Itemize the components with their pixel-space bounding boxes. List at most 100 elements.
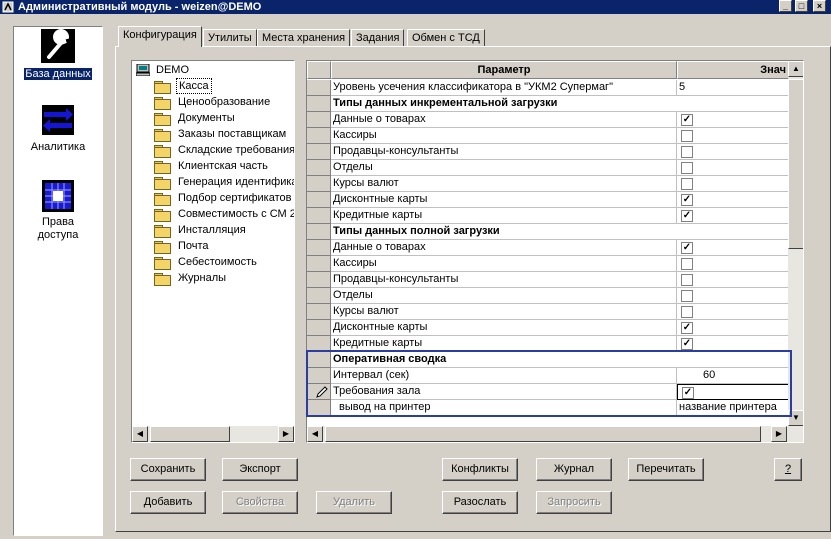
- row-value-cell[interactable]: 5: [677, 80, 789, 96]
- row-value-cell[interactable]: [677, 272, 789, 288]
- table-row[interactable]: Отделы: [307, 288, 789, 304]
- send-button[interactable]: Разослать: [442, 491, 518, 514]
- tree-root-label: DEMO: [156, 64, 189, 76]
- row-indicator[interactable]: [307, 128, 331, 144]
- checkbox-unchecked-icon[interactable]: [681, 290, 693, 302]
- row-indicator[interactable]: [307, 320, 331, 336]
- properties-button[interactable]: Свойства: [222, 491, 298, 514]
- tree-item-label: Себестоимость: [178, 256, 257, 268]
- table-row[interactable]: Дисконтные карты ✓: [307, 320, 789, 336]
- section-row[interactable]: Типы данных полной загрузки: [307, 224, 789, 240]
- row-indicator[interactable]: [307, 304, 331, 320]
- scroll-left-icon[interactable]: ◀: [132, 426, 148, 442]
- row-indicator[interactable]: [307, 192, 331, 208]
- checkbox-unchecked-icon[interactable]: [681, 178, 693, 190]
- scroll-left-icon[interactable]: ◀: [307, 426, 323, 442]
- row-value-cell[interactable]: [677, 144, 789, 160]
- table-row[interactable]: Курсы валют: [307, 304, 789, 320]
- journal-button[interactable]: Журнал: [536, 458, 612, 481]
- checkbox-unchecked-icon[interactable]: [681, 130, 693, 142]
- checkbox-checked-icon[interactable]: ✓: [681, 338, 693, 350]
- row-indicator[interactable]: [307, 160, 331, 176]
- export-button[interactable]: Экспорт: [222, 458, 298, 481]
- row-indicator[interactable]: [307, 176, 331, 192]
- row-indicator[interactable]: [307, 208, 331, 224]
- tab-configuration[interactable]: Конфигурация: [118, 26, 202, 47]
- row-indicator[interactable]: [307, 96, 331, 112]
- checkbox-unchecked-icon[interactable]: [681, 306, 693, 318]
- column-header-parameter[interactable]: Параметр: [331, 61, 677, 79]
- sidebar-item-database[interactable]: База данных: [14, 29, 102, 89]
- row-value-cell[interactable]: [677, 160, 789, 176]
- checkbox-checked-icon[interactable]: ✓: [681, 114, 693, 126]
- row-indicator[interactable]: [307, 288, 331, 304]
- table-row[interactable]: Данные о товарах ✓: [307, 240, 789, 256]
- row-indicator[interactable]: [307, 256, 331, 272]
- table-row[interactable]: Продавцы-консультанты: [307, 272, 789, 288]
- sidebar-item-permissions[interactable]: Права доступа: [14, 180, 102, 246]
- row-value-cell[interactable]: [677, 176, 789, 192]
- checkbox-checked-icon[interactable]: ✓: [681, 322, 693, 334]
- maximize-button[interactable]: □: [795, 0, 808, 12]
- tab-storage-locations[interactable]: Места хранения: [257, 29, 351, 47]
- row-indicator[interactable]: [307, 80, 331, 96]
- row-value-cell[interactable]: ✓: [677, 192, 789, 208]
- row-value-cell[interactable]: ✓: [677, 112, 789, 128]
- row-indicator[interactable]: [307, 224, 331, 240]
- add-button[interactable]: Добавить: [130, 491, 206, 514]
- checkbox-checked-icon[interactable]: ✓: [681, 194, 693, 206]
- help-button[interactable]: ?: [774, 458, 802, 481]
- row-indicator[interactable]: [307, 112, 331, 128]
- row-value-cell[interactable]: ✓: [677, 208, 789, 224]
- grid-horizontal-scrollbar[interactable]: ◀ ▶: [307, 426, 803, 442]
- title-bar[interactable]: Административный модуль - weizen@DEMO _ …: [0, 0, 831, 14]
- save-button[interactable]: Сохранить: [130, 458, 206, 481]
- scroll-thumb[interactable]: [788, 79, 803, 249]
- table-row[interactable]: Данные о товарах ✓: [307, 112, 789, 128]
- scroll-right-icon[interactable]: ▶: [278, 426, 294, 442]
- sidebar-item-analytics[interactable]: Аналитика: [14, 105, 102, 157]
- folder-icon: [154, 145, 171, 158]
- tree-horizontal-scrollbar[interactable]: ◀ ▶: [132, 426, 294, 442]
- tab-tsd-exchange[interactable]: Обмен с ТСД: [407, 29, 485, 47]
- tab-utilities[interactable]: Утилиты: [203, 29, 257, 47]
- row-value-cell[interactable]: [677, 128, 789, 144]
- minimize-button[interactable]: _: [779, 0, 792, 12]
- row-value-cell[interactable]: ✓: [677, 320, 789, 336]
- table-row[interactable]: Продавцы-консультанты: [307, 144, 789, 160]
- config-tree[interactable]: DEMO Касса Ценообразование Документы Заказы…: [131, 60, 295, 443]
- table-row[interactable]: Кассиры: [307, 128, 789, 144]
- checkbox-unchecked-icon[interactable]: [681, 258, 693, 270]
- row-value-cell[interactable]: [677, 304, 789, 320]
- row-value-cell[interactable]: [677, 288, 789, 304]
- table-row[interactable]: Курсы валют: [307, 176, 789, 192]
- row-value-cell[interactable]: ✓: [677, 240, 789, 256]
- checkbox-unchecked-icon[interactable]: [681, 146, 693, 158]
- scroll-thumb[interactable]: [325, 426, 761, 442]
- reread-button[interactable]: Перечитать: [628, 458, 704, 481]
- row-value-cell[interactable]: [677, 256, 789, 272]
- row-indicator[interactable]: [307, 272, 331, 288]
- conflicts-button[interactable]: Конфликты: [442, 458, 518, 481]
- delete-button[interactable]: Удалить: [316, 491, 392, 514]
- tab-tasks[interactable]: Задания: [351, 29, 405, 47]
- checkbox-unchecked-icon[interactable]: [681, 162, 693, 174]
- scroll-thumb[interactable]: [150, 426, 230, 442]
- request-button[interactable]: Запросить: [536, 491, 612, 514]
- table-row[interactable]: Отделы: [307, 160, 789, 176]
- table-row[interactable]: Уровень усечения классификатора в "УКМ2 …: [307, 80, 789, 96]
- section-row[interactable]: Типы данных инкрементальной загрузки: [307, 96, 789, 112]
- table-row[interactable]: Кассиры: [307, 256, 789, 272]
- scroll-right-icon[interactable]: ▶: [771, 426, 787, 442]
- column-header-value[interactable]: Знач: [677, 61, 789, 79]
- checkbox-checked-icon[interactable]: ✓: [681, 210, 693, 222]
- scroll-up-icon[interactable]: ▲: [788, 61, 803, 77]
- table-row[interactable]: Дисконтные карты ✓: [307, 192, 789, 208]
- row-parameter-name: Уровень усечения классификатора в "УКМ2 …: [331, 80, 677, 96]
- row-indicator[interactable]: [307, 144, 331, 160]
- table-row[interactable]: Кредитные карты ✓: [307, 208, 789, 224]
- checkbox-checked-icon[interactable]: ✓: [681, 242, 693, 254]
- checkbox-unchecked-icon[interactable]: [681, 274, 693, 286]
- close-button[interactable]: ×: [813, 0, 826, 12]
- row-indicator[interactable]: [307, 240, 331, 256]
